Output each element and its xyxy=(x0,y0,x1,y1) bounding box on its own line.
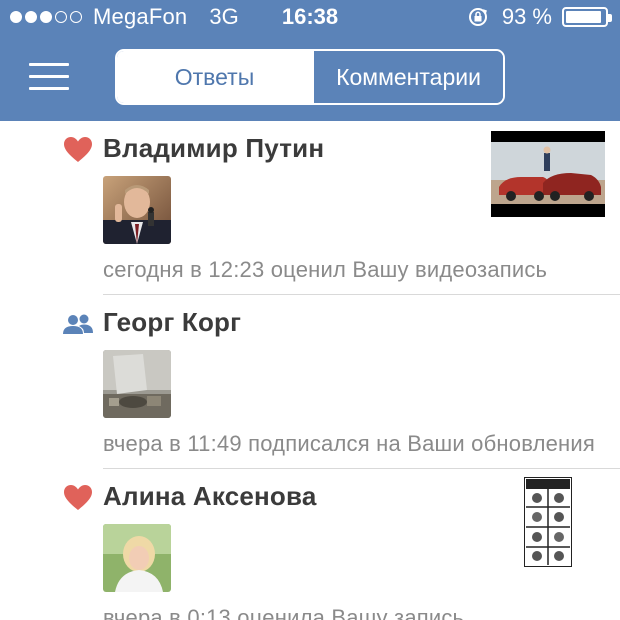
segmented-control: Ответы Комментарии xyxy=(115,49,505,105)
notifications-list: Владимир Путин сегодня в 12:23 оценил Ва… xyxy=(0,121,620,620)
battery-fill xyxy=(566,11,602,23)
navigation-bar: Ответы Комментарии xyxy=(0,34,620,121)
user-name[interactable]: Алина Аксенова xyxy=(103,481,317,512)
rotation-lock-icon xyxy=(468,8,487,26)
user-name[interactable]: Владимир Путин xyxy=(103,133,324,164)
heart-icon xyxy=(64,137,92,162)
menu-button[interactable] xyxy=(29,60,71,94)
battery-icon xyxy=(562,7,612,27)
users-icon xyxy=(63,314,93,334)
notification-text: сегодня в 12:23 оценил Вашу видеозапись xyxy=(103,257,548,282)
video-thumbnail[interactable] xyxy=(491,131,605,217)
comic-thumbnail[interactable] xyxy=(524,477,572,567)
notification-item[interactable]: Георг Корг вчера в 11:49 подписался на В… xyxy=(0,295,620,469)
notification-text: вчера в 0:13 оценила Вашу запись xyxy=(103,605,465,620)
avatar[interactable] xyxy=(103,524,171,592)
avatar[interactable] xyxy=(103,176,171,244)
battery-percent: 93 % xyxy=(501,4,552,29)
notification-text: вчера в 11:49 подписался на Ваши обновле… xyxy=(103,431,595,456)
notification-item[interactable]: Алина Аксенова вчера в 0:13 оценила Вашу… xyxy=(0,469,620,620)
hamburger-icon xyxy=(29,63,69,66)
avatar[interactable] xyxy=(103,350,171,418)
status-bar: MegaFon 3G 16:38 93 % xyxy=(0,0,620,34)
heart-icon xyxy=(64,485,92,510)
user-name[interactable]: Георг Корг xyxy=(103,307,241,338)
status-right: 93 % xyxy=(468,4,612,30)
tab-answers[interactable]: Ответы xyxy=(117,51,312,103)
tab-comments[interactable]: Комментарии xyxy=(312,51,503,103)
notification-item[interactable]: Владимир Путин сегодня в 12:23 оценил Ва… xyxy=(0,121,620,295)
